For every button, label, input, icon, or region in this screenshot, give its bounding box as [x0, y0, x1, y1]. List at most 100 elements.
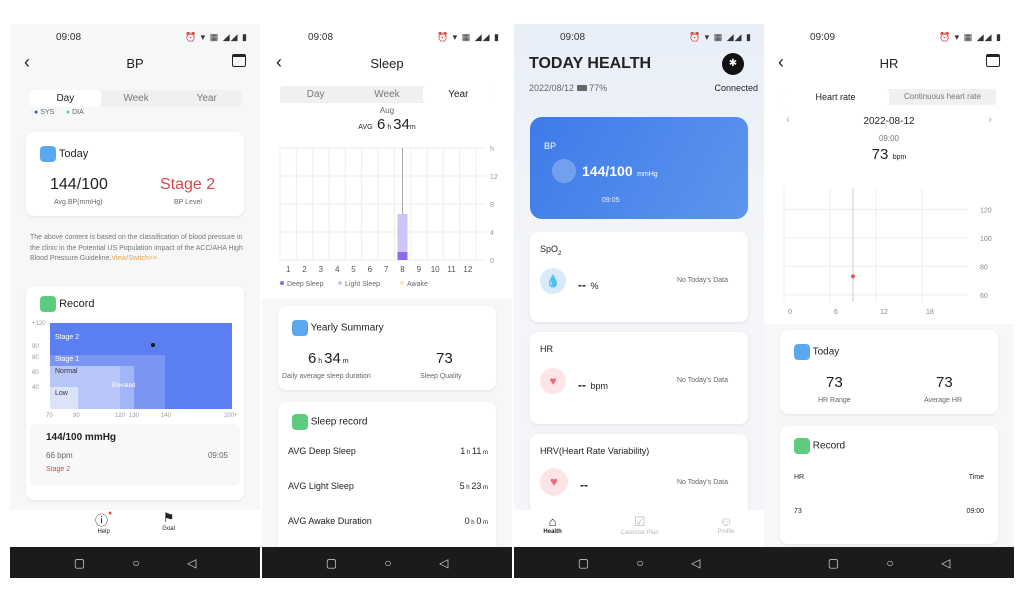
- home-button[interactable]: ○: [636, 556, 643, 570]
- y-tick-label: 60: [980, 293, 988, 300]
- x-tick-label: 4: [335, 265, 340, 274]
- heart-icon: ♥: [540, 468, 568, 496]
- bar-deep-sleep: [397, 251, 408, 260]
- today-card: Today 144/100 Avg.BP(mmHg) Stage 2 BP Le…: [26, 132, 244, 216]
- tab-year[interactable]: Year: [171, 90, 242, 107]
- record-time: 09:00: [966, 508, 984, 515]
- calendar-icon[interactable]: [232, 54, 246, 67]
- view-switch-link[interactable]: View/Switch>>: [111, 255, 157, 262]
- record-item[interactable]: 144/100 mmHg 66 bpm 09:05 Stage 2: [30, 424, 240, 486]
- hr-card[interactable]: HR ♥ -- bpm No Today's Data: [530, 332, 748, 424]
- nav-health[interactable]: ⌂ Health: [543, 514, 561, 547]
- spo2-card[interactable]: SpO2 💧 -- % No Today's Data: [530, 232, 748, 322]
- status-icons: ⏰ ▾ ▦ ◢◢ ▮: [184, 32, 248, 42]
- checkbox-icon: ☑: [633, 514, 646, 529]
- y-tick-label: h: [490, 146, 494, 153]
- x-tick-label: 12: [463, 265, 472, 274]
- bp-card[interactable]: BP 144/100 mmHg 09:05: [530, 117, 748, 219]
- recents-button[interactable]: ▢: [828, 556, 839, 570]
- system-nav-bar: ▢ ○ ◁: [10, 547, 260, 578]
- back-system-button[interactable]: ◁: [691, 556, 700, 570]
- back-system-button[interactable]: ◁: [941, 556, 950, 570]
- home-button[interactable]: ○: [886, 556, 893, 570]
- summary-icon: [292, 320, 308, 336]
- y-tick-label: 100: [980, 236, 992, 243]
- nav-help[interactable]: ⓘ● Help: [95, 510, 112, 547]
- tab-week[interactable]: Week: [351, 86, 422, 103]
- heart-icon: ♥: [540, 368, 566, 394]
- today-health-screen: 09:08 ⏰ ▾ ▦ ◢◢ ▮ TODAY HEALTH ✱ 2022/08/1…: [514, 24, 764, 578]
- y-tick-label: 8: [490, 202, 494, 209]
- record-icon: [292, 414, 308, 430]
- legend-marker: [400, 281, 404, 285]
- today-icon: [794, 344, 810, 360]
- record-card: Record Stage 2 Stage 1 Normal Elevated L…: [26, 286, 244, 500]
- bp-reading-point[interactable]: [151, 343, 155, 347]
- x-tick-label: 11: [447, 265, 456, 274]
- record-icon: [794, 438, 810, 454]
- x-tick-label: 7: [384, 265, 389, 274]
- legend-label: Deep Sleep: [287, 281, 324, 288]
- nav-goal[interactable]: ⚑ Goal: [162, 510, 175, 547]
- x-tick-label: 9: [417, 265, 422, 274]
- hr-record-card: Record HR Time 73 09:00: [780, 426, 998, 544]
- recents-button[interactable]: ▢: [326, 556, 337, 570]
- tab-continuous-heart-rate[interactable]: Continuous heart rate: [889, 89, 996, 105]
- nav-profile[interactable]: ☺ Profile: [718, 514, 735, 547]
- page-title: BP: [126, 56, 144, 71]
- legend-label: Light Sleep: [345, 281, 380, 288]
- tab-day[interactable]: Day: [30, 90, 101, 107]
- x-tick-label: 18: [926, 309, 934, 316]
- bp-icon: [552, 159, 576, 183]
- sleep-record-card: Sleep record AVG Deep Sleep 1 h 11 m AVG L…: [278, 402, 496, 562]
- bottom-nav: ⓘ● Help ⚑ Goal: [10, 510, 260, 547]
- home-button[interactable]: ○: [384, 556, 391, 570]
- back-system-button[interactable]: ◁: [439, 556, 448, 570]
- y-tick-label: 12: [490, 174, 498, 181]
- hr-screen: 09:09 ⏰ ▾ ▦ ◢◢ ▮ ‹ HR Heart rate Continuou…: [764, 24, 1014, 578]
- yearly-summary-card: Yearly Summary 6 h 34 m Daily average sl…: [278, 306, 496, 390]
- recents-button[interactable]: ▢: [74, 556, 85, 570]
- tab-heart-rate[interactable]: Heart rate: [782, 89, 889, 105]
- bottom-nav: ⌂ Health ☑ Calendar Plan ☺ Profile: [514, 510, 764, 547]
- system-nav-bar: ▢ ○ ◁: [262, 547, 512, 578]
- help-icon: ⓘ●: [95, 510, 113, 528]
- next-date-button[interactable]: ›: [988, 114, 992, 126]
- y-tick-label: 4: [490, 230, 494, 237]
- system-nav-bar: ▢ ○ ◁: [764, 547, 1014, 578]
- bp-zone-chart: Stage 2 Stage 1 Normal Elevated Low: [50, 323, 232, 409]
- flag-icon: ⚑: [162, 510, 175, 525]
- back-system-button[interactable]: ◁: [187, 556, 196, 570]
- tab-day[interactable]: Day: [280, 86, 351, 103]
- system-nav-bar: ▢ ○ ◁: [514, 547, 764, 578]
- legend: ● SYS ● DIA: [34, 109, 84, 116]
- sleep-record-row: AVG Light Sleep 5 h 23 m: [288, 481, 488, 491]
- x-tick-label: 0: [788, 309, 792, 316]
- status-icons: ⏰ ▾ ▦ ◢◢ ▮: [938, 32, 1002, 42]
- x-tick-label: 6: [834, 309, 838, 316]
- hr-tabs: Heart rate Continuous heart rate: [782, 89, 996, 105]
- x-tick-label: 1: [286, 265, 291, 274]
- page-title: HR: [879, 56, 899, 71]
- bluetooth-icon[interactable]: ✱: [722, 53, 744, 75]
- x-tick-label: 10: [431, 265, 440, 274]
- sleep-bar-chart: h128401 2 3 4 5 6 7 8 9 10 11 12Deep Sleep Light Sle…: [279, 146, 498, 288]
- tab-year[interactable]: Year: [422, 86, 494, 103]
- calendar-icon[interactable]: [986, 54, 1000, 67]
- page-title: TODAY HEALTH: [529, 55, 652, 72]
- guideline-note: The above content is based on the classi…: [30, 234, 243, 262]
- tab-week[interactable]: Week: [101, 90, 172, 107]
- period-tabs: Day Week Year: [30, 90, 242, 107]
- home-button[interactable]: ○: [132, 556, 139, 570]
- recents-button[interactable]: ▢: [578, 556, 589, 570]
- bp-screen: 09:08 ⏰ ▾ ▦ ◢◢ ▮ ‹ BP Day Week Year ● SYS ●…: [10, 24, 260, 578]
- legend-marker: [280, 281, 284, 285]
- period-tabs: Day Week Year: [280, 86, 494, 103]
- x-tick-label: 12: [880, 309, 888, 316]
- nav-calendar-plan[interactable]: ☑ Calendar Plan: [621, 514, 659, 547]
- record-hr: 73: [794, 508, 802, 515]
- y-axis: +120 90 80 60 40: [32, 321, 46, 391]
- page-title: Sleep: [370, 56, 404, 71]
- hr-chart: 0 6 12 18 120 100 80 60: [783, 188, 992, 316]
- x-tick-label: 3: [319, 265, 324, 274]
